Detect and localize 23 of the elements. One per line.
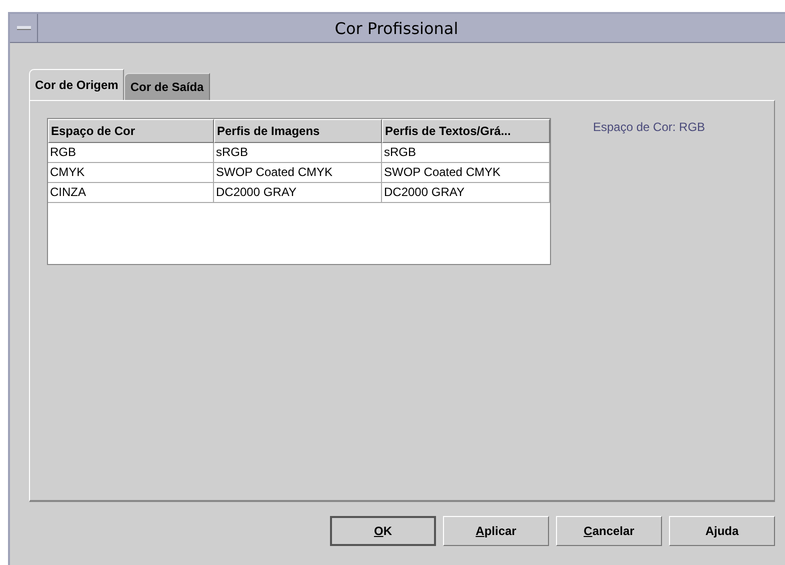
mnemonic-letter: C — [584, 524, 592, 538]
tab[interactable]: Cor de Saída — [124, 73, 210, 100]
dialog-button[interactable]: OK — [330, 516, 436, 546]
table-cell: RGB — [48, 143, 214, 163]
dialog-button[interactable]: Cancelar — [556, 516, 662, 546]
window-title: Cor Profissional — [334, 18, 460, 38]
table-cell: SWOP Coated CMYK — [214, 163, 382, 183]
color-space-label: Espaço de Cor: RGB — [593, 120, 706, 134]
dialog-button[interactable]: Aplicar — [443, 516, 549, 546]
column-header[interactable]: Espaço de Cor — [48, 119, 214, 143]
tab[interactable]: Cor de Origem — [29, 69, 124, 100]
dialog-button[interactable]: Ajuda — [669, 516, 775, 546]
mnemonic-letter: A — [476, 524, 484, 538]
table-cell: CMYK — [48, 163, 214, 183]
table-cell: DC2000 GRAY — [214, 183, 382, 203]
table-cell: sRGB — [382, 143, 550, 163]
mnemonic-letter: O — [374, 524, 384, 538]
column-header[interactable]: Perfis de Imagens — [214, 119, 382, 143]
column-header[interactable]: Perfis de Textos/Grá... — [382, 119, 550, 143]
table-cell: sRGB — [214, 143, 382, 163]
table-cell: CINZA — [48, 183, 214, 203]
table-cell: SWOP Coated CMYK — [382, 163, 550, 183]
table-cell: DC2000 GRAY — [382, 183, 550, 203]
